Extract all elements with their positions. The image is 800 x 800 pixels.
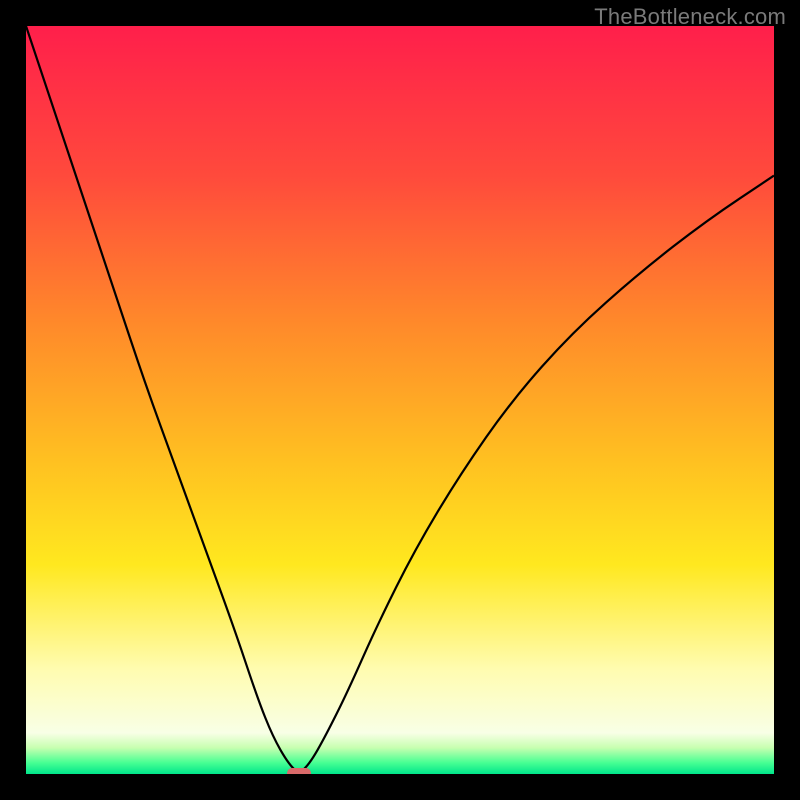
- plot-area: [26, 26, 774, 774]
- chart-frame: TheBottleneck.com: [0, 0, 800, 800]
- bottleneck-chart: [26, 26, 774, 774]
- gradient-background: [26, 26, 774, 774]
- optimal-point-marker: [287, 768, 311, 774]
